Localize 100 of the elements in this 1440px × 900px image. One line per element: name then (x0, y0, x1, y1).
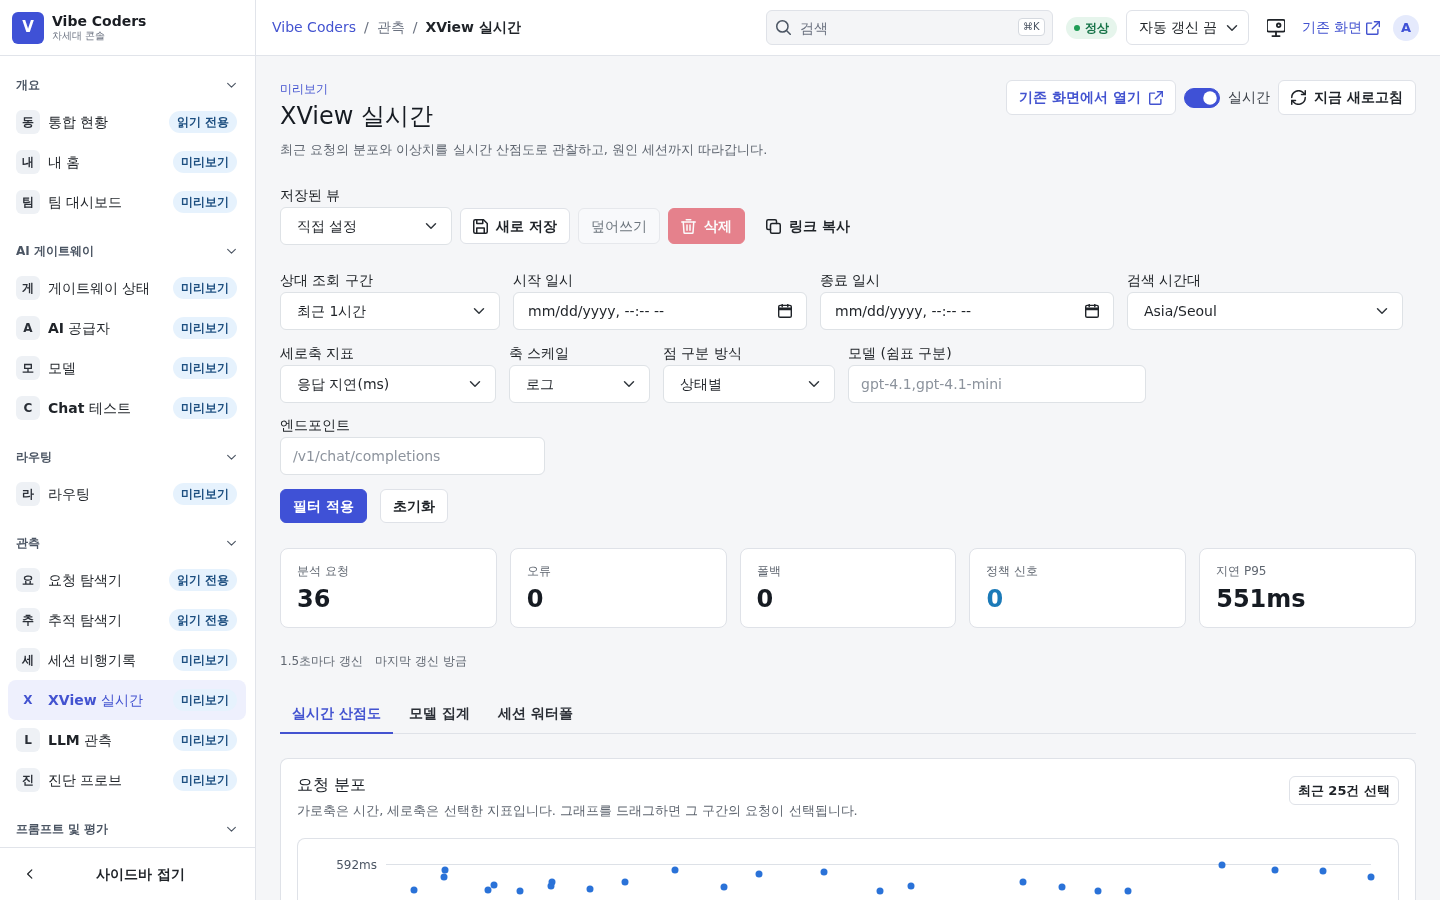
stat-label: 정책 신호 (986, 563, 1040, 580)
live-label: 실시간 (1228, 88, 1271, 107)
sidebar-item[interactable]: 진 진단 프로브 미리보기 (8, 760, 246, 800)
data-point (516, 887, 524, 895)
data-point (907, 882, 915, 890)
data-point (621, 878, 629, 886)
sidebar-item[interactable]: X XView 실시간 미리보기 (8, 680, 246, 720)
sidebar-item[interactable]: 게 게이트웨이 상태 미리보기 (8, 268, 246, 308)
data-point (755, 870, 763, 878)
field-label: 시작 일시 (513, 271, 575, 290)
save-view-button[interactable]: 새로 저장 (460, 208, 570, 244)
access-badge: 읽기 전용 (168, 569, 237, 591)
field-label: 점 구분 방식 (663, 344, 743, 363)
select-field[interactable]: 응답 지연(ms) (280, 365, 496, 403)
sidebar-item[interactable]: 팀 팀 대시보드 미리보기 (8, 182, 246, 222)
sidebar-item[interactable]: L LLM 관측 미리보기 (8, 720, 246, 760)
select-field[interactable]: 상태별 (663, 365, 835, 403)
open-legacy-button[interactable]: 기존 화면에서 열기 (1006, 80, 1177, 115)
data-point (671, 866, 679, 874)
datetime-field[interactable]: mm/dd/yyyy, --:-- -- (820, 292, 1114, 330)
sidebar-item[interactable]: 추 추적 탐색기 읽기 전용 (8, 600, 246, 640)
monitor-icon[interactable] (1266, 18, 1285, 37)
status-label: 정상 (1084, 19, 1109, 36)
sidebar-item[interactable]: 라 라우팅 미리보기 (8, 474, 246, 514)
search-icon (775, 20, 791, 35)
datetime-field[interactable]: mm/dd/yyyy, --:-- -- (513, 292, 807, 330)
calendar-icon (1085, 304, 1099, 318)
stat-value: 551ms (1216, 584, 1307, 615)
access-badge: 미리보기 (173, 191, 237, 213)
data-point (1058, 883, 1066, 891)
refresh-button[interactable]: 지금 새로고침 (1278, 80, 1416, 115)
sidebar-item[interactable]: A AI 공급자 미리보기 (8, 308, 246, 348)
user-avatar[interactable]: A (1393, 14, 1419, 41)
data-point (1319, 867, 1327, 875)
sidebar-item[interactable]: 동 통합 현황 읽기 전용 (8, 102, 246, 142)
select-field[interactable]: 로그 (509, 365, 650, 403)
refresh-icon (1291, 90, 1307, 105)
field-label: 상대 조회 구간 (280, 271, 374, 290)
item-initial: 세 (16, 648, 40, 672)
field-label: 엔드포인트 (280, 416, 351, 435)
sidebar-item[interactable]: 모 모델 미리보기 (8, 348, 246, 388)
select-field[interactable]: 최근 1시간 (280, 292, 500, 330)
section-header[interactable]: 관측 (0, 526, 255, 560)
section-header[interactable]: 개요 (0, 68, 255, 102)
stat-value: 0 (526, 584, 545, 615)
reset-button[interactable]: 초기화 (379, 489, 448, 523)
section-header[interactable]: 프롬프트 및 평가 (0, 812, 255, 846)
breadcrumb-separator: / (412, 18, 418, 37)
collapse-sidebar-button[interactable]: 사이드바 접기 (0, 848, 255, 900)
stat-label: 분석 요청 (297, 563, 350, 580)
data-point (720, 883, 728, 891)
page-description: 최근 요청의 분포와 이상치를 실시간 산점도로 관찰하고, 원인 세션까지 따라갑니다. (280, 141, 768, 159)
item-initial: C (16, 396, 40, 420)
brand-name: Vibe Coders (52, 13, 147, 30)
access-badge: 미리보기 (173, 729, 237, 751)
copy-link-button[interactable]: 링크 복사 (752, 208, 863, 244)
select-recent-button[interactable]: 최근 25건 선택 (1288, 776, 1399, 805)
sidebar-item[interactable]: C Chat 테스트 미리보기 (8, 388, 246, 428)
data-point (586, 885, 594, 893)
access-badge: 미리보기 (173, 317, 237, 339)
item-initial: 동 (16, 110, 40, 134)
access-badge: 미리보기 (173, 649, 237, 671)
apply-filter-button[interactable]: 필터 적용 (280, 489, 367, 523)
refresh-note: 마지막 갱신 방금 (374, 653, 467, 669)
section-header[interactable]: AI 게이트웨이 (0, 234, 255, 268)
brand-subtitle: 차세대 콘솔 (52, 30, 107, 42)
text-field[interactable]: gpt-4.1,gpt-4.1-mini (848, 365, 1146, 403)
saved-view-select[interactable]: 직접 설정 (280, 207, 452, 245)
sidebar-item[interactable]: 요 요청 탐색기 읽기 전용 (8, 560, 246, 600)
item-initial: X (22, 692, 34, 709)
breadcrumb-link[interactable]: Vibe Coders (272, 17, 356, 38)
item-initial: 팀 (16, 190, 40, 214)
stat-label: 오류 (526, 563, 552, 580)
view-tab[interactable]: 모델 집계 (396, 694, 482, 734)
access-badge: 미리보기 (173, 357, 237, 379)
item-initial: 라 (16, 482, 40, 506)
auto-refresh-select[interactable]: 자동 갱신 끔 (1125, 10, 1249, 45)
field-label: 축 스케일 (509, 344, 571, 363)
data-point (876, 887, 884, 895)
sidebar-item[interactable]: 내 내 홈 미리보기 (8, 142, 246, 182)
view-tab[interactable]: 실시간 산점도 (280, 694, 393, 734)
select-field[interactable]: Asia/Seoul (1127, 292, 1403, 330)
live-toggle[interactable] (1184, 87, 1221, 108)
field-label: 검색 시간대 (1127, 271, 1203, 290)
view-tab[interactable]: 세션 워터폴 (485, 694, 585, 734)
data-point (1019, 878, 1027, 886)
stat-value: 36 (297, 584, 332, 615)
field-label: 모델 (쉼표 구분) (848, 344, 953, 363)
text-field[interactable]: /v1/chat/completions (280, 437, 545, 475)
access-badge: 미리보기 (173, 689, 237, 711)
legacy-view-link[interactable]: 기존 화면 (1301, 17, 1380, 38)
refresh-note: 1.5초마다 갱신 (280, 653, 363, 669)
stat-value: 0 (986, 584, 1005, 615)
sidebar-item[interactable]: 세 세션 비행기록 미리보기 (8, 640, 246, 680)
access-badge: 미리보기 (173, 397, 237, 419)
save-icon (473, 218, 488, 234)
field-label: 세로축 지표 (280, 344, 356, 363)
section-header[interactable]: 라우팅 (0, 440, 255, 474)
trash-icon (680, 218, 696, 234)
data-point (1218, 861, 1226, 869)
